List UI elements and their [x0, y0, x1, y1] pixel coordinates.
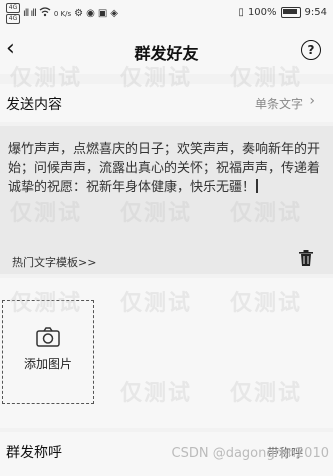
status-bar: 4G 4G ıll ıll 0 K/s ⚙ ◉ ▣ ◈ ▯ 100% 9:54 [0, 0, 333, 28]
send-content-row[interactable]: 发送内容 单条文字 › [0, 84, 333, 122]
text-cursor [256, 179, 258, 193]
sim1-badge: 4G [6, 3, 20, 13]
message-editor[interactable]: 爆竹声声，点燃喜庆的日子；欢笑声声，奏响新年的开始；问候声声，流露出真心的关怀；… [0, 126, 333, 274]
net-speed: 0 K/s [53, 9, 72, 18]
greeting-label: 群发称呼 [6, 445, 62, 461]
sim2-badge: 4G [6, 14, 20, 24]
status-left: 4G 4G ıll ıll 0 K/s ⚙ ◉ ▣ ◈ [6, 3, 118, 24]
camera-icon [36, 327, 60, 351]
help-icon[interactable]: ? [301, 40, 321, 60]
wifi-icon [39, 7, 51, 20]
shield-icon: ◈ [110, 8, 118, 19]
trash-icon[interactable] [299, 250, 313, 266]
message-text[interactable]: 爆竹声声，点燃喜庆的日子；欢笑声声，奏响新年的开始；问候声声，流露出真心的关怀；… [8, 140, 326, 197]
chevron-right-icon: › [309, 93, 315, 109]
message-text-content: 爆竹声声，点燃喜庆的日子；欢笑声声，奏响新年的开始；问候声声，流露出真心的关怀；… [8, 142, 321, 195]
vibrate-icon: ▯ [238, 7, 244, 18]
signal-icon: ıll ıll [23, 8, 37, 19]
send-content-label: 发送内容 [6, 97, 62, 113]
hot-template-link[interactable]: 热门文字模板>> [12, 254, 96, 270]
sim-indicators: 4G 4G [6, 3, 20, 24]
status-right: ▯ 100% 9:54 [238, 7, 327, 18]
clock: 9:54 [304, 7, 327, 18]
battery-icon [280, 7, 301, 18]
add-image-button[interactable]: 添加图片 [2, 300, 94, 404]
battery-percent: 100% [247, 7, 277, 18]
message-mode-select[interactable]: 单条文字 [255, 95, 303, 112]
app-icon: ◉ [86, 8, 95, 19]
add-image-label: 添加图片 [23, 357, 72, 371]
page-title: 群发好友 [134, 44, 199, 63]
notification-icon: ▣ [97, 8, 108, 19]
settings-icon: ⚙ [74, 8, 84, 19]
nav-bar: ‹ 群发好友 ? [0, 28, 333, 74]
credit-text: CSDN @dagongren2010 [171, 446, 330, 461]
image-section: 添加图片 [0, 278, 333, 428]
